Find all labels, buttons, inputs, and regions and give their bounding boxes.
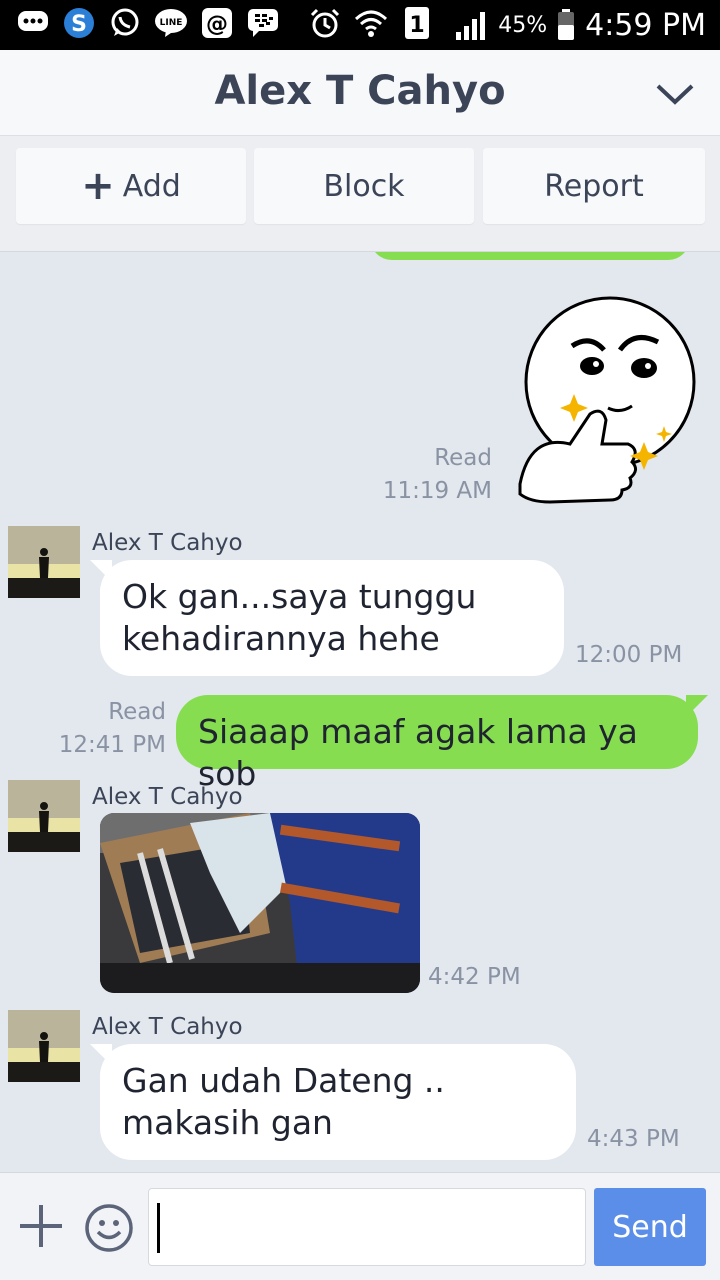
message-icon [16,5,50,41]
message-line: Gan udah Dateng .. [122,1061,445,1100]
chat-title: Alex T Cahyo [214,68,506,114]
chevron-down-icon[interactable] [654,72,696,114]
sender-name: Alex T Cahyo [92,1014,243,1040]
read-receipt: Read [434,445,492,471]
incoming-message[interactable]: Ok gan...saya tunggu kehadirannya hehe [90,560,564,676]
avatar[interactable] [8,526,80,598]
status-right: 45% 4:59 PM [454,0,706,50]
chat-header: Alex T Cahyo [0,50,720,136]
sender-name: Alex T Cahyo [92,530,243,556]
battery-percent: 45% [498,12,548,38]
signal-icon [456,12,486,40]
wifi-icon [354,5,388,41]
clock: 4:59 PM [585,7,706,43]
avatar[interactable] [8,1010,80,1082]
photo-message[interactable] [100,813,420,993]
sticker-thumbs-up[interactable] [510,294,710,514]
avatar[interactable] [8,780,80,852]
outgoing-message[interactable]: Siaaap maaf agak lama ya sob [176,695,708,793]
previous-outgoing-bubble[interactable] [370,252,690,260]
emoji-icon[interactable] [84,1203,134,1253]
message-line: makasih gan [122,1103,333,1142]
read-receipt: Read [108,699,166,725]
bbm-icon [246,5,280,41]
status-bar: S LINE @ 1 45% 4:59 PM [0,0,720,50]
message-time: 4:42 PM [428,964,521,990]
message-line: kehadirannya hehe [122,619,440,658]
sender-name: Alex T Cahyo [92,784,243,810]
add-label: Add [122,168,181,204]
svg-text:1: 1 [409,13,424,38]
message-meta: Read 12:41 PM [40,696,166,762]
whatsapp-icon [108,5,142,41]
svg-text:S: S [71,12,87,37]
message-time: 4:43 PM [587,1126,680,1152]
incoming-message[interactable]: Gan udah Dateng .. makasih gan [90,1044,576,1160]
message-line: Ok gan...saya tunggu [122,577,477,616]
svg-text:@: @ [206,12,228,37]
sim-icon: 1 [400,5,434,41]
block-button[interactable]: Block [254,148,474,224]
message-input[interactable] [148,1188,586,1266]
plus-icon[interactable] [18,1203,64,1249]
message-time: 12:00 PM [575,642,683,668]
svg-text:LINE: LINE [160,18,183,28]
chat-area[interactable]: Read 11:19 AM Alex T Cahyo Ok gan...saya… [0,252,720,1172]
message-time: 12:41 PM [58,732,166,758]
alarm-icon [308,5,342,41]
message-meta: Read 11:19 AM [360,442,492,508]
battery-icon [558,9,575,40]
plus-icon: + [81,163,115,209]
action-bar: + Add Block Report [0,136,720,252]
send-button[interactable]: Send [594,1188,706,1266]
report-button[interactable]: Report [483,148,705,224]
message-time: 11:19 AM [382,478,492,504]
line-icon: LINE [154,5,188,41]
skype-icon: S [62,5,96,41]
notification-icons: S LINE @ 1 [16,5,434,41]
message-line: Siaaap maaf agak lama ya sob [198,712,638,793]
email-icon: @ [200,5,234,41]
block-label: Block [323,168,405,204]
report-label: Report [544,168,644,204]
message-input-bar: Send [0,1172,720,1280]
text-cursor [157,1203,160,1253]
add-button[interactable]: + Add [16,148,246,224]
